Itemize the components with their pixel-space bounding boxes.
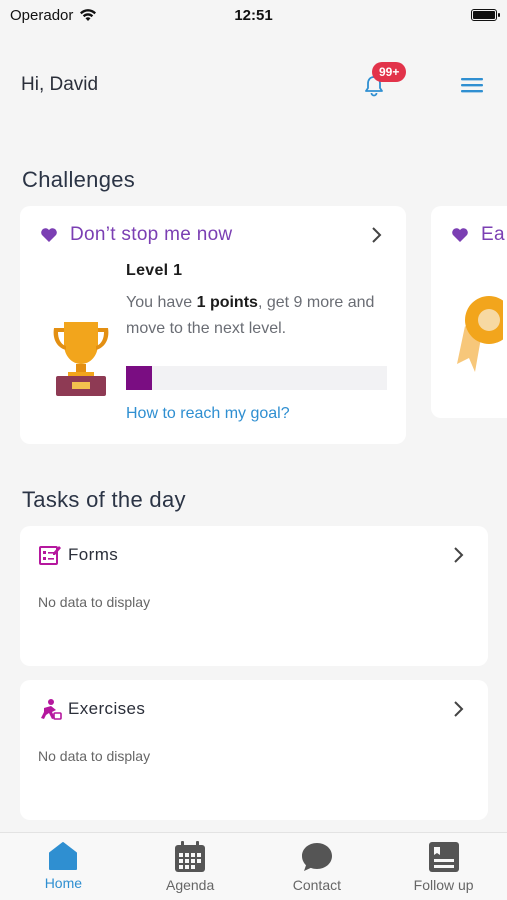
challenge-progress-fill [126,366,153,390]
forms-icon [39,546,61,565]
points-value: 1 points [196,294,258,311]
challenge-description: You have 1 points, get 9 more and move t… [126,294,375,337]
nav-label: Follow up [413,877,474,893]
nav-contact[interactable]: Contact [254,833,381,900]
task-empty-text: No data to display [38,594,151,610]
challenge-level: Level 1 [126,262,183,279]
carrier-label: Operador [10,6,74,24]
challenge-progress-bar [126,366,387,390]
header: Hi, David 99+ [0,60,507,110]
medal-icon [457,296,503,372]
notifications-button[interactable]: 99+ [360,62,407,100]
nav-label: Agenda [165,877,215,893]
nav-home[interactable]: Home [0,833,127,900]
chat-icon [301,843,332,871]
heart-icon [452,228,468,242]
heart-icon [41,228,57,242]
battery-icon [471,9,500,21]
task-header: Exercises [38,698,145,720]
calendar-icon [175,841,206,872]
challenge-title: Don’t stop me now [70,224,233,245]
tasks-title: Tasks of the day [22,487,186,512]
task-title: Forms [68,545,119,564]
goal-link[interactable]: How to reach my goal? [126,405,290,423]
nav-label: Home [44,875,83,891]
nav-agenda[interactable]: Agenda [127,833,254,900]
bottom-nav: Home Agenda Contact Follow up [0,832,507,900]
menu-button[interactable] [458,71,486,99]
task-title: Exercises [68,699,146,718]
challenge-card-next[interactable]: Ea [431,206,507,418]
challenge-card[interactable]: Don’t stop me now Level 1 You have 1 poi… [20,206,406,444]
nav-label: Contact [292,877,341,893]
challenge-header: Don’t stop me now [40,224,232,246]
status-bar: Operador 12:51 [0,0,507,30]
hamburger-icon [461,78,483,93]
challenge-next-header: Ea [451,224,505,246]
task-card-exercises[interactable]: Exercises No data to display [20,680,488,820]
home-icon [49,842,78,870]
task-header: Forms [38,544,118,566]
task-empty-text: No data to display [38,748,151,764]
follow-up-icon [428,842,459,872]
challenge-next-title: Ea [481,224,505,245]
challenges-title: Challenges [22,167,136,192]
greeting: Hi, David [21,74,99,95]
chevron-right-icon[interactable] [452,546,464,564]
chevron-right-icon[interactable] [452,700,464,718]
task-card-forms[interactable]: Forms No data to display [20,526,488,666]
nav-follow-up[interactable]: Follow up [380,833,507,900]
notification-badge: 99+ [372,62,407,82]
trophy-icon [53,322,109,396]
chevron-right-icon[interactable] [370,226,382,244]
exercises-icon [41,699,62,720]
wifi-icon [80,9,97,21]
